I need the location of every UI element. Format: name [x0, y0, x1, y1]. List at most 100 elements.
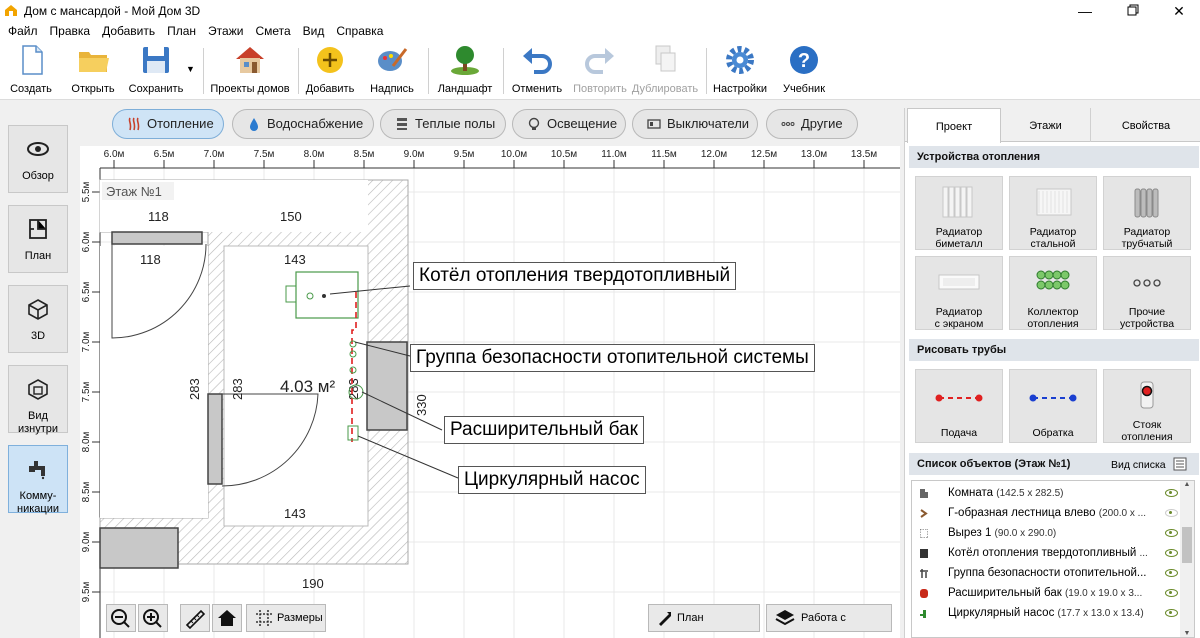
visibility-eye-icon[interactable]: [1165, 589, 1178, 597]
ruler-left-label: 9.0м: [81, 531, 92, 552]
tab-floors[interactable]: Этажи: [1001, 108, 1091, 142]
ruler-top-label: 13.5м: [851, 149, 877, 160]
menu-view[interactable]: Вид: [297, 22, 331, 38]
list-item[interactable]: Расширительный бак (19.0 x 19.0 x 3...: [912, 583, 1180, 603]
wall-window-right[interactable]: [366, 341, 408, 431]
visibility-eye-icon[interactable]: [1165, 489, 1178, 497]
tile-pipe-supply[interactable]: Подача: [915, 369, 1003, 443]
menu-file[interactable]: Файл: [0, 22, 44, 38]
window-bottom-left[interactable]: [99, 527, 179, 569]
toolbar: Создать Открыть Сохранить ▼ Проекты домо…: [0, 40, 1200, 100]
redo-button[interactable]: Повторить: [570, 44, 630, 98]
view-3d-button[interactable]: 3D: [8, 285, 68, 353]
duplicate-button[interactable]: Дублировать: [630, 44, 700, 98]
boiler-symbol[interactable]: [295, 271, 359, 319]
tile-heating-collector[interactable]: Коллектор отопления: [1009, 256, 1097, 330]
scrollbar[interactable]: ▲ ▼: [1180, 481, 1194, 637]
ruler-measure-button[interactable]: [180, 604, 210, 632]
scrollbar-thumb[interactable]: [1182, 527, 1192, 563]
ruler-top-label: 9.0м: [404, 149, 425, 160]
view-inside-button[interactable]: Вид изнутри: [8, 365, 68, 435]
plan-canvas[interactable]: 6.0м 6.5м 7.0м 7.5м 8.0м 8.5м 9.0м 9.5м …: [80, 146, 900, 638]
ruler-left-label: 6.0м: [81, 231, 92, 252]
zoom-out-icon: [111, 609, 130, 628]
left-sidebar: Обзор План 3D Вид изнутри Комму- никации: [0, 101, 78, 638]
window-top[interactable]: [111, 231, 203, 245]
close-icon[interactable]: ✕: [1156, 0, 1200, 22]
floors-work-button[interactable]: Работа с этажами: [766, 604, 892, 632]
tab-project[interactable]: Проект: [907, 108, 1001, 143]
tile-radiator-tubular[interactable]: Радиатор трубчатый: [1103, 176, 1191, 250]
create-button[interactable]: Создать: [6, 44, 56, 98]
visibility-eye-icon[interactable]: [1165, 549, 1178, 557]
radiator-screen-icon: [938, 274, 980, 290]
tile-pipe-return[interactable]: Обратка: [1009, 369, 1097, 443]
tile-radiator-steel[interactable]: Радиатор стальной: [1009, 176, 1097, 250]
settings-button[interactable]: Настройки: [712, 44, 768, 98]
menu-estimate[interactable]: Смета: [249, 22, 296, 38]
filter-heating[interactable]: Отопление: [112, 109, 224, 139]
visibility-eye-icon[interactable]: [1165, 609, 1178, 617]
zoom-in-button[interactable]: [138, 604, 168, 632]
light-bulb-icon: [528, 117, 540, 130]
list-view-toggle[interactable]: Вид списка: [1111, 457, 1187, 471]
save-dropdown-chevron-icon[interactable]: ▼: [186, 64, 195, 74]
visibility-eye-icon[interactable]: [1165, 569, 1178, 577]
window-title: Дом с мансардой - Мой Дом 3D: [24, 4, 201, 18]
landscape-button[interactable]: Ландшафт: [434, 44, 496, 98]
zoom-out-button[interactable]: [106, 604, 136, 632]
visibility-eye-icon[interactable]: [1165, 529, 1178, 537]
minimize-icon[interactable]: —: [1062, 0, 1108, 22]
label-button[interactable]: Надпись: [366, 44, 418, 98]
tutorial-button[interactable]: ? Учебник: [778, 44, 830, 98]
menu-add[interactable]: Добавить: [96, 22, 161, 38]
visibility-eye-icon[interactable]: [1165, 509, 1178, 517]
list-item[interactable]: Вырез 1 (90.0 x 290.0): [912, 523, 1180, 543]
ruler-icon: [185, 609, 206, 630]
tile-radiator-bimetal[interactable]: Радиатор биметалл: [915, 176, 1003, 250]
filter-warm-floors[interactable]: Теплые полы: [380, 109, 506, 139]
menu-plan[interactable]: План: [161, 22, 202, 38]
add-button[interactable]: Добавить: [302, 44, 358, 98]
filter-lighting[interactable]: Освещение: [512, 109, 626, 139]
tab-properties[interactable]: Свойства: [1091, 108, 1200, 142]
plan-button[interactable]: План: [8, 205, 68, 273]
menu-floors[interactable]: Этажи: [202, 22, 249, 38]
pump-icon: [920, 610, 926, 618]
door-slab[interactable]: [207, 393, 223, 485]
sizes-button[interactable]: Размеры: [246, 604, 326, 632]
ruler-top-label: 10.5м: [551, 149, 577, 160]
list-item[interactable]: Комната (142.5 x 282.5): [912, 483, 1180, 503]
help-question-icon: ?: [790, 46, 818, 74]
plan-drawing[interactable]: 6.0м 6.5м 7.0м 7.5м 8.0м 8.5м 9.0м 9.5м …: [80, 146, 900, 638]
open-button[interactable]: Открыть: [66, 44, 120, 98]
filter-other[interactable]: Другие: [766, 109, 858, 139]
tile-riser[interactable]: Стояк отопления: [1103, 369, 1191, 443]
undo-button[interactable]: Отменить: [508, 44, 566, 98]
dimension-label: 283: [346, 378, 361, 400]
house-projects-button[interactable]: Проекты домов: [208, 44, 292, 98]
home-view-button[interactable]: [212, 604, 242, 632]
filter-water-supply[interactable]: Водоснабжение: [232, 109, 374, 139]
list-item[interactable]: Группа безопасности отопительной...: [912, 563, 1180, 583]
list-item[interactable]: Циркулярный насос (17.7 x 13.0 x 13.4): [912, 603, 1180, 623]
filter-switches[interactable]: Выключатели: [632, 109, 758, 139]
switch-icon: [647, 119, 661, 129]
overview-button[interactable]: Обзор: [8, 125, 68, 193]
tile-other-devices[interactable]: Прочие устройства: [1103, 256, 1191, 330]
panel-tabs: Проект Этажи Свойства: [905, 108, 1200, 143]
menu-help[interactable]: Справка: [330, 22, 389, 38]
list-item[interactable]: Г-образная лестница влево (200.0 x ...: [912, 503, 1180, 523]
boiler-icon: [920, 549, 928, 558]
save-button[interactable]: Сохранить: [126, 44, 186, 98]
communications-button[interactable]: Комму- никации: [8, 445, 68, 515]
tile-radiator-screen[interactable]: Радиатор с экраном: [915, 256, 1003, 330]
dimension-label: 143: [284, 506, 306, 521]
list-item[interactable]: Котёл отопления твердотопливный ...: [912, 543, 1180, 563]
room-plan-button[interactable]: План помещения: [648, 604, 760, 632]
menu-edit[interactable]: Правка: [44, 22, 97, 38]
maximize-icon[interactable]: [1110, 0, 1156, 22]
paint-palette-icon: [378, 48, 408, 71]
ruler-top-label: 8.5м: [354, 149, 375, 160]
ruler-top-label: 7.0м: [204, 149, 225, 160]
